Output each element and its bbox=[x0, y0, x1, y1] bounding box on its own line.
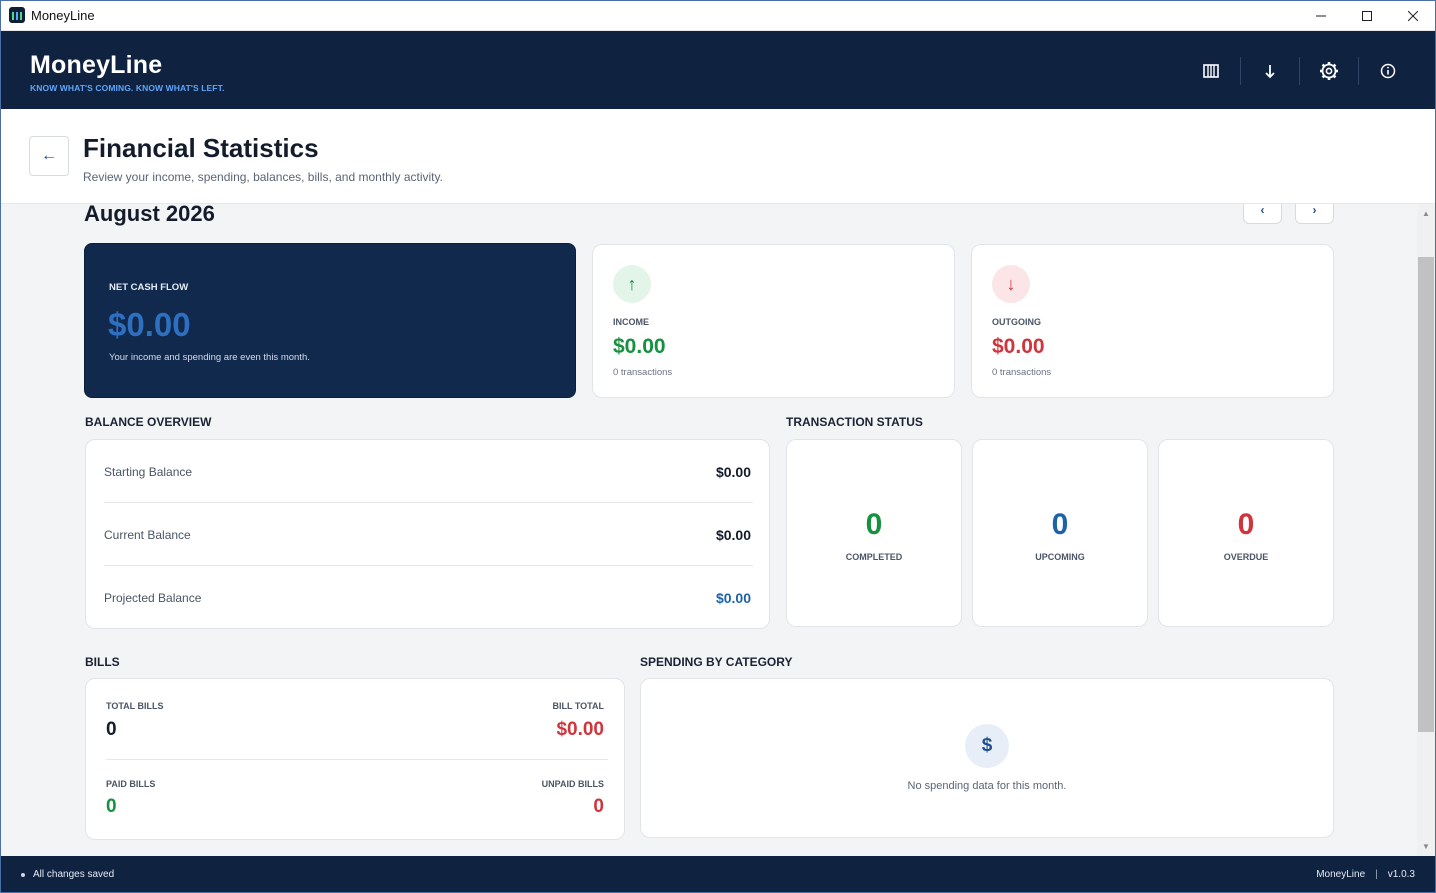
close-button[interactable] bbox=[1390, 0, 1436, 31]
upcoming-count: 0 bbox=[1051, 508, 1069, 541]
balance-value: $0.00 bbox=[715, 526, 751, 543]
income-label: INCOME bbox=[613, 317, 649, 327]
previous-month-button[interactable]: ‹ bbox=[1243, 204, 1282, 224]
overdue-card: 0 OVERDUE bbox=[1158, 439, 1334, 627]
completed-count: 0 bbox=[865, 508, 883, 541]
upcoming-label: UPCOMING bbox=[1035, 552, 1085, 562]
gear-icon bbox=[1320, 62, 1338, 80]
window-title: MoneyLine bbox=[31, 7, 95, 23]
vertical-scrollbar[interactable]: ▲ ▼ bbox=[1417, 204, 1435, 856]
outgoing-card: ↓ OUTGOING $0.00 0 transactions bbox=[971, 244, 1334, 398]
settings-button[interactable] bbox=[1300, 57, 1358, 85]
unpaid-bills-label: UNPAID BILLS bbox=[541, 779, 604, 789]
minimize-icon bbox=[1316, 15, 1326, 16]
download-icon bbox=[1265, 65, 1275, 79]
balance-row: Projected Balance $0.00 bbox=[104, 566, 751, 629]
brand-name: MoneyLine bbox=[30, 51, 163, 79]
empty-state-message: No spending data for this month. bbox=[907, 780, 1067, 792]
balance-value: $0.00 bbox=[715, 463, 751, 480]
status-dot-icon bbox=[21, 872, 25, 877]
balance-row: Current Balance $0.00 bbox=[104, 503, 751, 566]
balance-overview-title: BALANCE OVERVIEW bbox=[85, 415, 212, 429]
scroll-down-icon[interactable]: ▼ bbox=[1417, 840, 1435, 854]
upcoming-card: 0 UPCOMING bbox=[972, 439, 1148, 627]
completed-label: COMPLETED bbox=[845, 552, 903, 562]
chevron-left-icon: ‹ bbox=[1260, 204, 1265, 217]
status-app-name: MoneyLine bbox=[1316, 869, 1366, 880]
income-card: ↑ INCOME $0.00 0 transactions bbox=[592, 244, 955, 398]
spending-by-category-card: $ No spending data for this month. bbox=[640, 678, 1334, 838]
download-button[interactable] bbox=[1241, 57, 1299, 85]
balance-overview-card: Starting Balance $0.00 Current Balance $… bbox=[85, 439, 770, 629]
maximize-button[interactable] bbox=[1344, 0, 1390, 31]
net-cash-flow-label: NET CASH FLOW bbox=[109, 282, 189, 293]
status-separator: | bbox=[1375, 869, 1378, 880]
app-version: v1.0.3 bbox=[1387, 869, 1415, 880]
scrollbar-thumb[interactable] bbox=[1418, 257, 1434, 732]
overdue-count: 0 bbox=[1237, 508, 1255, 541]
minimize-button[interactable] bbox=[1298, 0, 1344, 31]
net-cash-flow-note: Your income and spending are even this m… bbox=[109, 352, 310, 363]
back-button[interactable]: ← bbox=[29, 136, 69, 176]
page-title: Financial Statistics bbox=[83, 133, 319, 163]
bills-card: TOTAL BILLS 0 BILL TOTAL $0.00 PAID BILL… bbox=[85, 678, 625, 840]
outgoing-transactions: 0 transactions bbox=[992, 367, 1052, 378]
statistics-content: August 2026 ‹ › NET CASH FLOW $0.00 Your… bbox=[1, 204, 1417, 856]
bill-total-label: BILL TOTAL bbox=[552, 701, 605, 711]
arrow-left-icon: ← bbox=[41, 147, 57, 164]
bills-title: BILLS bbox=[85, 655, 120, 669]
chevron-right-icon: › bbox=[1312, 204, 1317, 217]
about-button[interactable] bbox=[1359, 57, 1417, 85]
brand-tagline: KNOW WHAT'S COMING. KNOW WHAT'S LEFT. bbox=[30, 83, 225, 93]
total-bills-value: 0 bbox=[106, 719, 117, 740]
window-titlebar: MoneyLine bbox=[0, 0, 1436, 31]
income-transactions: 0 transactions bbox=[613, 367, 673, 378]
divider bbox=[106, 759, 608, 760]
save-status: All changes saved bbox=[33, 869, 115, 880]
info-icon bbox=[1380, 63, 1396, 79]
arrow-down-icon: ↓ bbox=[992, 265, 1030, 303]
transaction-status-title: TRANSACTION STATUS bbox=[786, 415, 923, 429]
maximize-icon bbox=[1362, 10, 1372, 21]
net-cash-flow-card: NET CASH FLOW $0.00 Your income and spen… bbox=[84, 243, 576, 398]
scroll-up-icon[interactable]: ▲ bbox=[1417, 207, 1435, 221]
brand: MoneyLine KNOW WHAT'S COMING. KNOW WHAT'… bbox=[30, 51, 224, 93]
net-cash-flow-value: $0.00 bbox=[108, 306, 191, 343]
page-header: ← Financial Statistics Review your incom… bbox=[1, 109, 1435, 204]
outgoing-value: $0.00 bbox=[992, 335, 1045, 358]
outgoing-label: OUTGOING bbox=[992, 317, 1041, 327]
unpaid-bills-value: 0 bbox=[593, 796, 604, 817]
columns-icon bbox=[1203, 64, 1219, 78]
balance-label: Starting Balance bbox=[104, 464, 193, 479]
statistics-button[interactable] bbox=[1182, 57, 1240, 85]
overdue-label: OVERDUE bbox=[1223, 552, 1269, 562]
next-month-button[interactable]: › bbox=[1295, 204, 1334, 224]
balance-label: Current Balance bbox=[104, 527, 191, 542]
balance-label: Projected Balance bbox=[104, 590, 202, 605]
paid-bills-value: 0 bbox=[106, 796, 117, 817]
balance-row: Starting Balance $0.00 bbox=[104, 440, 751, 503]
paid-bills-label: PAID BILLS bbox=[106, 779, 156, 789]
month-label: August 2026 bbox=[84, 204, 215, 226]
app-header: MoneyLine KNOW WHAT'S COMING. KNOW WHAT'… bbox=[1, 31, 1435, 109]
bill-total-value: $0.00 bbox=[556, 719, 604, 740]
income-value: $0.00 bbox=[613, 335, 666, 358]
app-logo-icon bbox=[9, 7, 25, 23]
arrow-up-icon: ↑ bbox=[613, 265, 651, 303]
balance-value: $0.00 bbox=[715, 589, 751, 606]
close-icon bbox=[1408, 10, 1418, 21]
completed-card: 0 COMPLETED bbox=[786, 439, 962, 627]
dollar-icon: $ bbox=[965, 724, 1009, 768]
status-bar: All changes saved MoneyLine | v1.0.3 bbox=[1, 856, 1435, 892]
total-bills-label: TOTAL BILLS bbox=[106, 701, 164, 711]
spending-by-category-title: SPENDING BY CATEGORY bbox=[640, 655, 793, 669]
page-subtitle: Review your income, spending, balances, … bbox=[83, 170, 443, 184]
